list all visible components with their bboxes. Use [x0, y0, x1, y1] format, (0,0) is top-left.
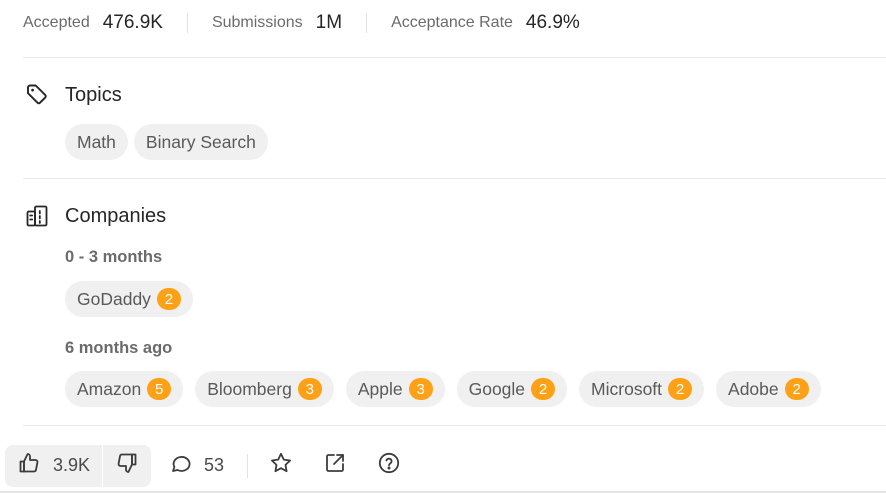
company-tags: Amazon 5 Bloomberg 3 Apple 3 Google 2 Mi…	[65, 371, 833, 407]
stat-label: Acceptance Rate	[391, 14, 513, 31]
share-button[interactable]	[323, 451, 347, 480]
company-name: Amazon	[77, 378, 142, 399]
company-tags: GoDaddy 2	[65, 281, 205, 317]
share-icon	[323, 451, 347, 480]
vote-group: 3.9K	[5, 444, 152, 487]
section-title: Companies	[65, 204, 167, 227]
count-badge: 3	[408, 378, 433, 400]
count-badge: 2	[156, 288, 181, 310]
favorite-button[interactable]	[269, 451, 293, 480]
stat-value: 476.9K	[102, 12, 163, 33]
divider	[247, 453, 249, 478]
help-button[interactable]	[377, 451, 401, 480]
star-icon	[269, 451, 293, 480]
section-divider	[23, 57, 886, 58]
section-divider	[23, 178, 886, 179]
company-name: Adobe	[728, 378, 779, 399]
stat-acceptance-rate: Acceptance Rate 46.9%	[391, 12, 580, 34]
count-badge: 3	[297, 378, 322, 400]
period-label: 0 - 3 months	[65, 248, 163, 266]
company-name: Bloomberg	[207, 378, 292, 399]
count-badge: 2	[668, 378, 693, 400]
company-name: Google	[468, 378, 526, 399]
comment-icon	[169, 451, 193, 480]
topic-tags: Math Binary Search	[65, 124, 274, 160]
companies-header[interactable]: Companies	[25, 204, 166, 228]
like-button[interactable]: 3.9K	[5, 445, 102, 487]
topic-tag[interactable]: Math	[65, 124, 128, 160]
stat-value: 1M	[315, 12, 343, 33]
stats-row: Accepted 476.9K Submissions 1M Acceptanc…	[23, 0, 580, 46]
count-badge: 2	[531, 378, 556, 400]
stat-label: Accepted	[23, 14, 90, 31]
company-name: Microsoft	[591, 378, 663, 399]
stat-value: 46.9%	[525, 12, 580, 33]
action-bar: 3.9K 53	[5, 444, 401, 487]
divider	[186, 13, 188, 33]
section-divider	[23, 425, 886, 426]
company-name: GoDaddy	[77, 288, 151, 309]
stat-submissions: Submissions 1M	[212, 12, 342, 34]
company-tag[interactable]: Google 2	[456, 371, 568, 407]
company-tag[interactable]: Adobe 2	[716, 371, 821, 407]
thumbs-down-icon	[115, 451, 139, 480]
company-name: Apple	[357, 378, 403, 399]
topics-header[interactable]: Topics	[25, 83, 122, 107]
company-tag[interactable]: Apple 3	[345, 371, 445, 407]
stat-accepted: Accepted 476.9K	[23, 12, 163, 34]
company-tag[interactable]: Bloomberg 3	[195, 371, 334, 407]
tag-icon	[25, 83, 49, 107]
comments-button[interactable]: 53	[169, 451, 224, 480]
section-title: Topics	[65, 83, 122, 106]
help-icon	[377, 451, 401, 480]
company-tag[interactable]: Microsoft 2	[579, 371, 705, 407]
dislike-button[interactable]	[103, 445, 151, 487]
topic-tag[interactable]: Binary Search	[133, 124, 268, 160]
thumbs-up-icon	[17, 451, 41, 480]
period-label: 6 months ago	[65, 339, 173, 357]
count-badge: 2	[784, 378, 809, 400]
count-badge: 5	[147, 378, 172, 400]
building-icon	[25, 204, 49, 228]
like-count: 3.9K	[53, 455, 91, 475]
stat-label: Submissions	[211, 14, 303, 31]
comment-count: 53	[204, 455, 225, 475]
company-tag[interactable]: Amazon 5	[65, 371, 184, 407]
company-tag[interactable]: GoDaddy 2	[65, 281, 193, 317]
divider	[366, 13, 368, 33]
